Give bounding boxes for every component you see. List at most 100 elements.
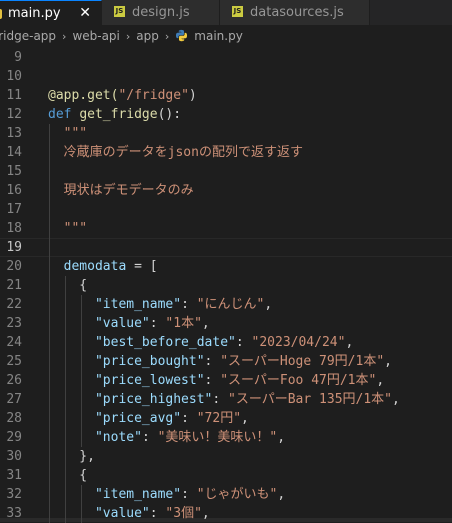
code-text: "price_avg": "72円", xyxy=(48,409,249,428)
code-text: "price_lowest": "スーパーFoo 47円/1本", xyxy=(48,371,384,390)
code-line[interactable]: 30 }, xyxy=(0,447,452,466)
line-number: 20 xyxy=(6,259,22,274)
code-line[interactable]: 24 "best_before_date": "2023/04/24", xyxy=(0,333,452,352)
code-line[interactable]: 21 { xyxy=(0,276,452,295)
code-line[interactable]: 14 冷蔵庫のデータをjsonの配列で返す返す xyxy=(0,143,452,162)
code-token: , xyxy=(277,430,286,445)
code-line[interactable]: 13 """ xyxy=(0,124,452,143)
code-line[interactable]: 19 xyxy=(0,238,452,257)
code-line[interactable]: 32 "item_name": "じゃがいも", xyxy=(0,485,452,504)
code-text: { xyxy=(48,276,87,295)
code-token: "スーパーHoge 79円/1本" xyxy=(220,354,385,369)
code-token: "美味い！美味い！" xyxy=(157,430,278,445)
line-number: 26 xyxy=(6,373,22,388)
tab-design-js[interactable]: JS design.js xyxy=(102,0,220,25)
code-line[interactable]: 28 "price_avg": "72円", xyxy=(0,409,452,428)
line-number: 13 xyxy=(6,126,22,141)
code-token: @app.get( xyxy=(48,88,119,103)
code-line[interactable]: 20 demodata = [ xyxy=(0,257,452,276)
tab-datasources-js[interactable]: JS datasources.js xyxy=(220,0,370,25)
line-number: 17 xyxy=(6,202,22,217)
code-token: , xyxy=(392,392,400,407)
code-text: }, xyxy=(48,447,95,466)
code-token: "best_before_date" xyxy=(94,335,236,350)
code-token: def xyxy=(48,107,72,122)
code-token: "3個" xyxy=(165,506,202,521)
indent-guide xyxy=(65,276,66,523)
indent-guide xyxy=(81,485,82,523)
code-line[interactable]: 22 "item_name": "にんじん", xyxy=(0,295,452,314)
code-text: """ xyxy=(48,219,88,238)
code-token: : xyxy=(204,354,221,369)
code-text: { xyxy=(48,466,87,485)
code-line[interactable]: 12 def get_fridge(): xyxy=(0,105,452,124)
close-icon[interactable]: ✕ xyxy=(79,1,91,25)
code-token: "note" xyxy=(94,430,142,445)
breadcrumb-item-web-api[interactable]: web-api xyxy=(72,25,119,47)
line-number: 10 xyxy=(6,69,22,84)
code-text: "item_name": "じゃがいも", xyxy=(48,485,285,504)
code-token: "にんじん" xyxy=(196,297,265,312)
breadcrumb-item-main-py[interactable]: main.py xyxy=(194,25,243,47)
code-text: "best_before_date": "2023/04/24", xyxy=(48,333,353,352)
line-number: 25 xyxy=(6,354,22,369)
code-text: "value": "3個", xyxy=(48,504,210,523)
code-token: , xyxy=(376,373,385,388)
breadcrumb-item-app[interactable]: app xyxy=(136,25,159,47)
line-number: 32 xyxy=(6,487,22,502)
python-file-icon xyxy=(0,8,2,19)
code-token: { xyxy=(48,278,88,293)
code-token: , xyxy=(345,335,354,350)
code-token: (): xyxy=(157,107,182,122)
code-line[interactable]: 11 @app.get("/fridge") xyxy=(0,86,452,105)
code-token: "price_bought" xyxy=(94,354,205,369)
code-line[interactable]: 10 xyxy=(0,67,452,86)
code-token: , xyxy=(201,316,210,331)
line-number: 31 xyxy=(6,468,22,483)
code-editor[interactable]: 9 10 11 @app.get("/fridge") 12 def get_fridge… xyxy=(0,47,452,523)
code-line[interactable]: 17 xyxy=(0,200,452,219)
indent-guide xyxy=(81,295,82,447)
code-line[interactable]: 9 xyxy=(0,48,452,67)
code-token: : xyxy=(204,373,221,388)
code-token: "スーパーFoo 47円/1本" xyxy=(220,373,377,388)
code-line[interactable]: 31 { xyxy=(0,466,452,485)
tab-main-py[interactable]: main.py ✕ xyxy=(0,0,102,25)
code-line[interactable]: 26 "price_lowest": "スーパーFoo 47円/1本", xyxy=(0,371,452,390)
tab-label: datasources.js xyxy=(250,5,344,20)
code-token: """ xyxy=(48,126,88,141)
code-token: "item_name" xyxy=(94,297,182,312)
code-token: "price_lowest" xyxy=(94,373,205,388)
code-token: "2023/04/24" xyxy=(251,335,346,350)
code-line[interactable]: 16 現状はデモデータのみ xyxy=(0,181,452,200)
tab-label: main.py xyxy=(8,6,61,21)
python-icon xyxy=(176,29,188,42)
line-number: 22 xyxy=(6,297,22,312)
code-line[interactable]: 33 "value": "3個", xyxy=(0,504,452,523)
code-token: : xyxy=(181,411,197,426)
code-line[interactable]: 23 "value": "1本", xyxy=(0,314,452,333)
code-line[interactable]: 29 "note": "美味い！美味い！", xyxy=(0,428,452,447)
line-number: 19 xyxy=(6,240,22,255)
code-token: { xyxy=(48,468,88,483)
code-token: demodata xyxy=(63,259,127,274)
code-token: , xyxy=(201,506,210,521)
code-line[interactable]: 18 """ xyxy=(0,219,452,238)
chevron-right-icon: › xyxy=(125,30,131,43)
code-token: : xyxy=(149,506,166,521)
code-token: : xyxy=(235,335,252,350)
code-line[interactable]: 15 xyxy=(0,162,452,181)
code-line[interactable]: 27 "price_highest": "スーパーBar 135円/1本", xyxy=(0,390,452,409)
tab-label: design.js xyxy=(132,5,190,20)
breadcrumb-item-fridge-app[interactable]: fridge-app xyxy=(0,25,56,47)
indent-guide xyxy=(49,124,50,523)
code-line[interactable]: 25 "price_bought": "スーパーHoge 79円/1本", xyxy=(0,352,452,371)
code-text: def get_fridge(): xyxy=(48,105,181,124)
